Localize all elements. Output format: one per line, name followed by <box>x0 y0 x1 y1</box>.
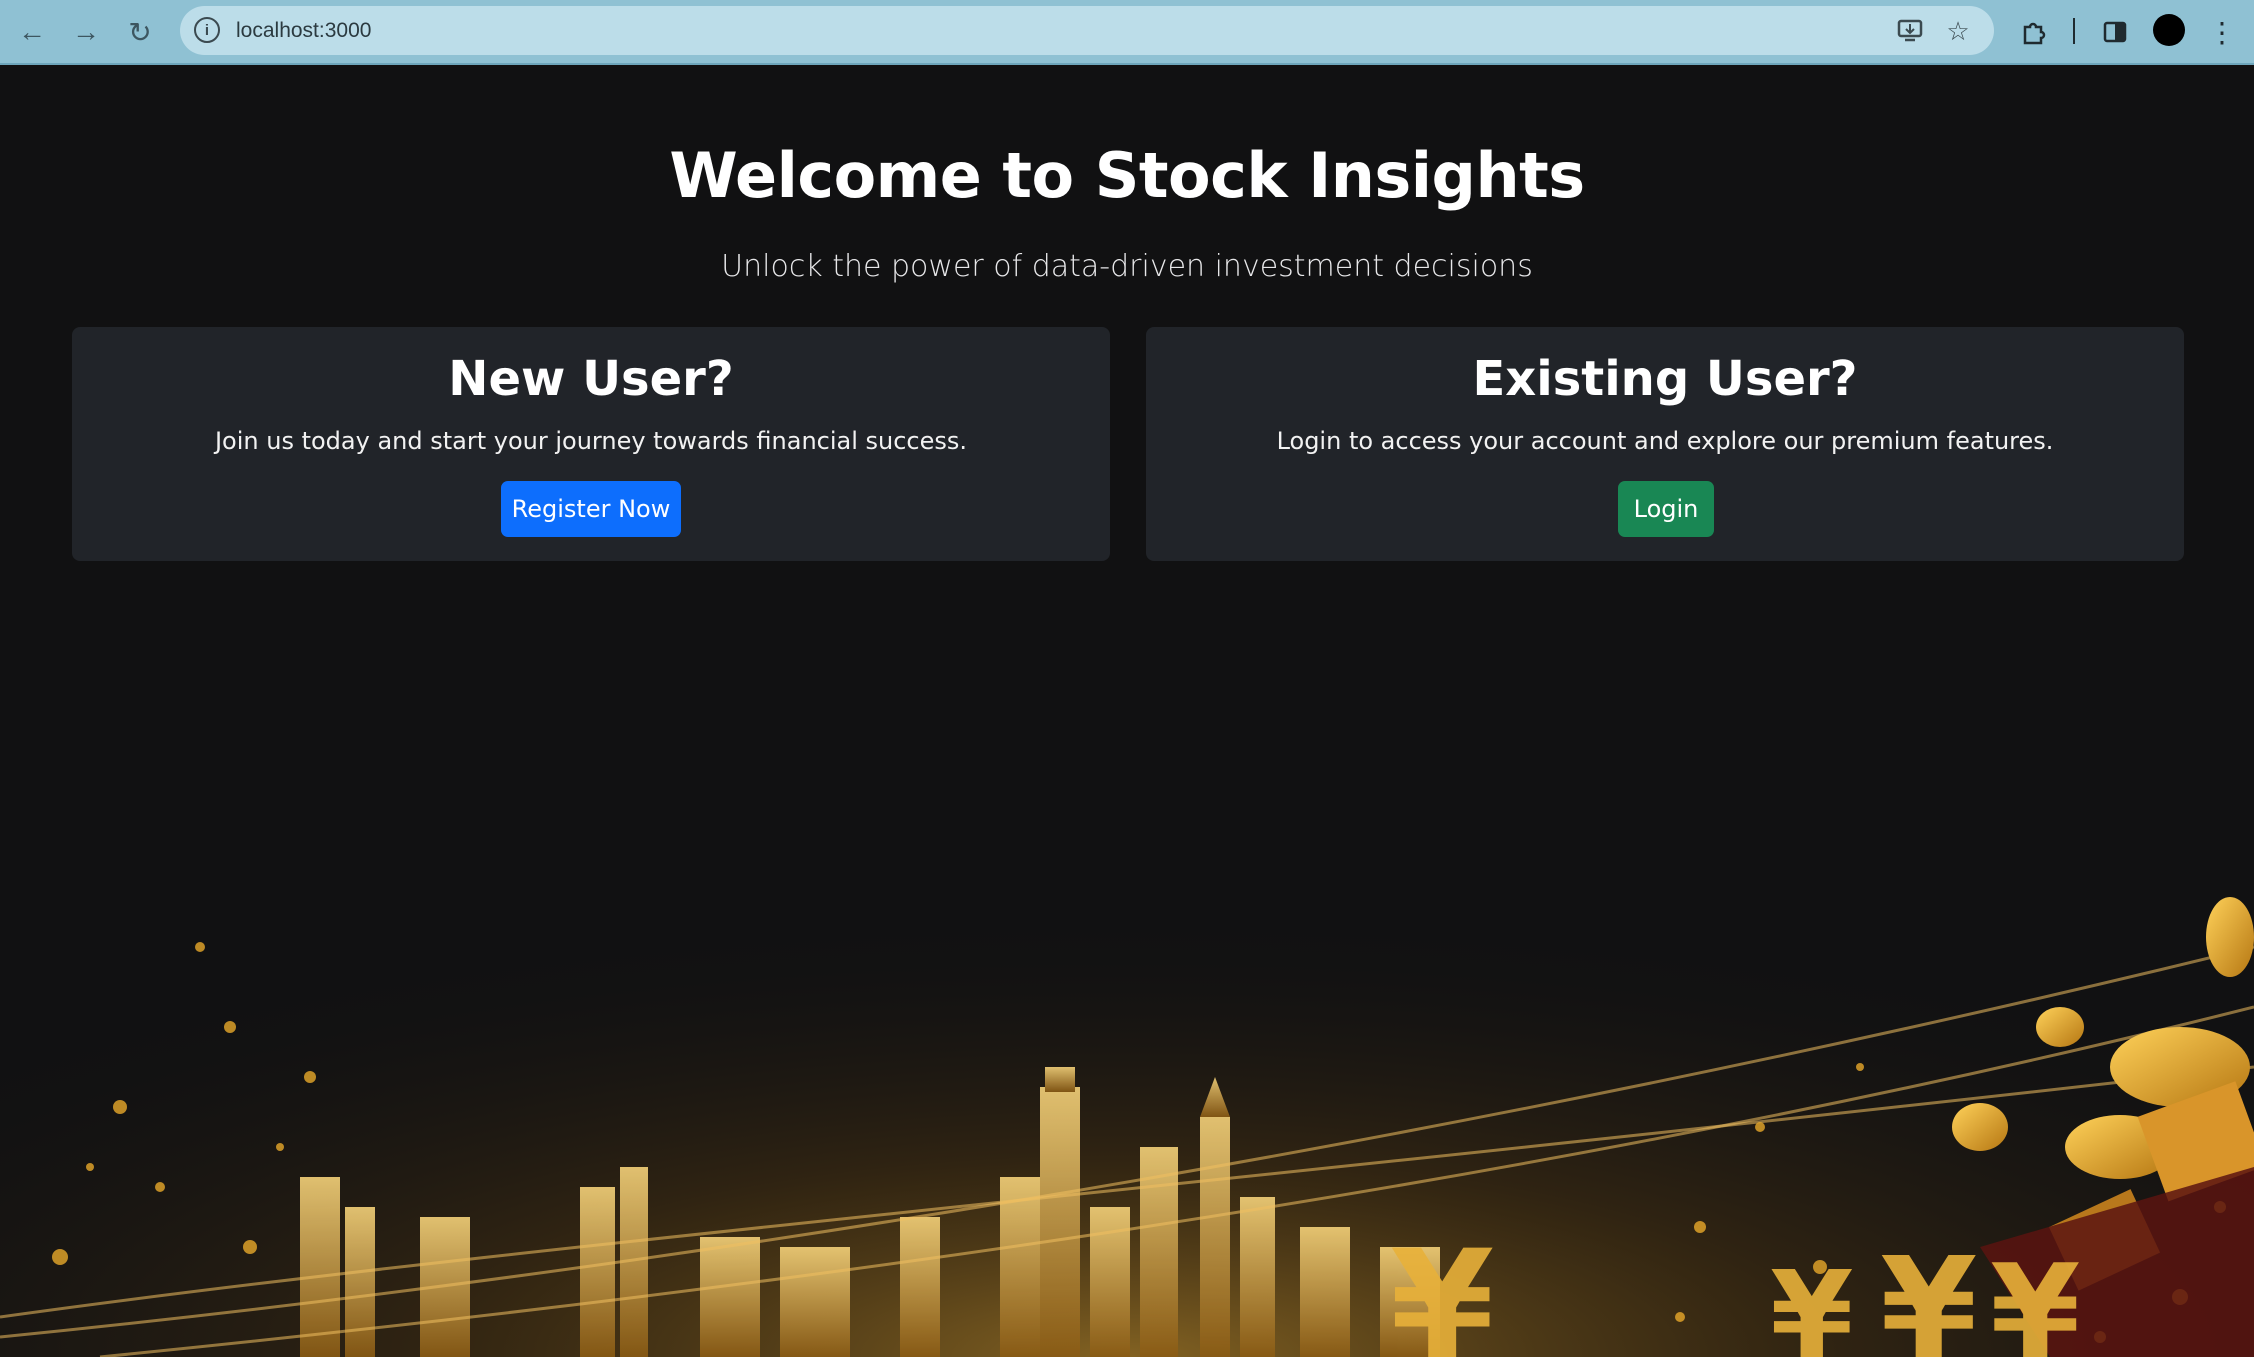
existing-user-card: Existing User? Login to access your acco… <box>1146 327 2184 561</box>
reload-icon[interactable]: ↻ <box>118 10 162 54</box>
new-user-heading: New User? <box>448 351 734 407</box>
page-title: Welcome to Stock Insights <box>669 139 1585 212</box>
profile-avatar[interactable] <box>2153 14 2185 46</box>
existing-user-description: Login to access your account and explore… <box>1276 427 2054 455</box>
browser-toolbar: ← → ↻ i localhost:3000 ☆ ⋮ <box>0 0 2254 65</box>
svg-text:¥: ¥ <box>1990 1236 2080 1357</box>
bookmark-star-icon[interactable]: ☆ <box>1942 15 1974 47</box>
address-bar[interactable]: i localhost:3000 ☆ <box>180 6 1994 55</box>
new-user-card: New User? Join us today and start your j… <box>72 327 1110 561</box>
side-panel-icon[interactable] <box>2093 10 2137 54</box>
svg-text:¥: ¥ <box>1880 1228 1977 1357</box>
svg-text:¥: ¥ <box>1390 1219 1494 1357</box>
url-text[interactable]: localhost:3000 <box>236 19 371 43</box>
svg-text:¥: ¥ <box>1770 1247 1854 1357</box>
extensions-icon[interactable] <box>2012 10 2056 54</box>
new-user-description: Join us today and start your journey tow… <box>214 427 968 455</box>
toolbar-divider <box>2073 18 2075 44</box>
existing-user-heading: Existing User? <box>1472 351 1858 407</box>
site-info-icon[interactable]: i <box>194 17 220 43</box>
back-icon[interactable]: ← <box>10 10 54 54</box>
install-app-icon[interactable] <box>1894 15 1926 47</box>
register-now-button[interactable]: Register Now <box>501 481 681 537</box>
forward-icon[interactable]: → <box>64 10 108 54</box>
page-viewport: ¥ ¥ ¥ ¥ Welcome to Stock Insights Unlock… <box>0 67 2254 1357</box>
menu-kebab-icon[interactable]: ⋮ <box>2200 10 2244 54</box>
login-button[interactable]: Login <box>1618 481 1714 537</box>
page-subtitle: Unlock the power of data-driven investme… <box>721 249 1533 284</box>
